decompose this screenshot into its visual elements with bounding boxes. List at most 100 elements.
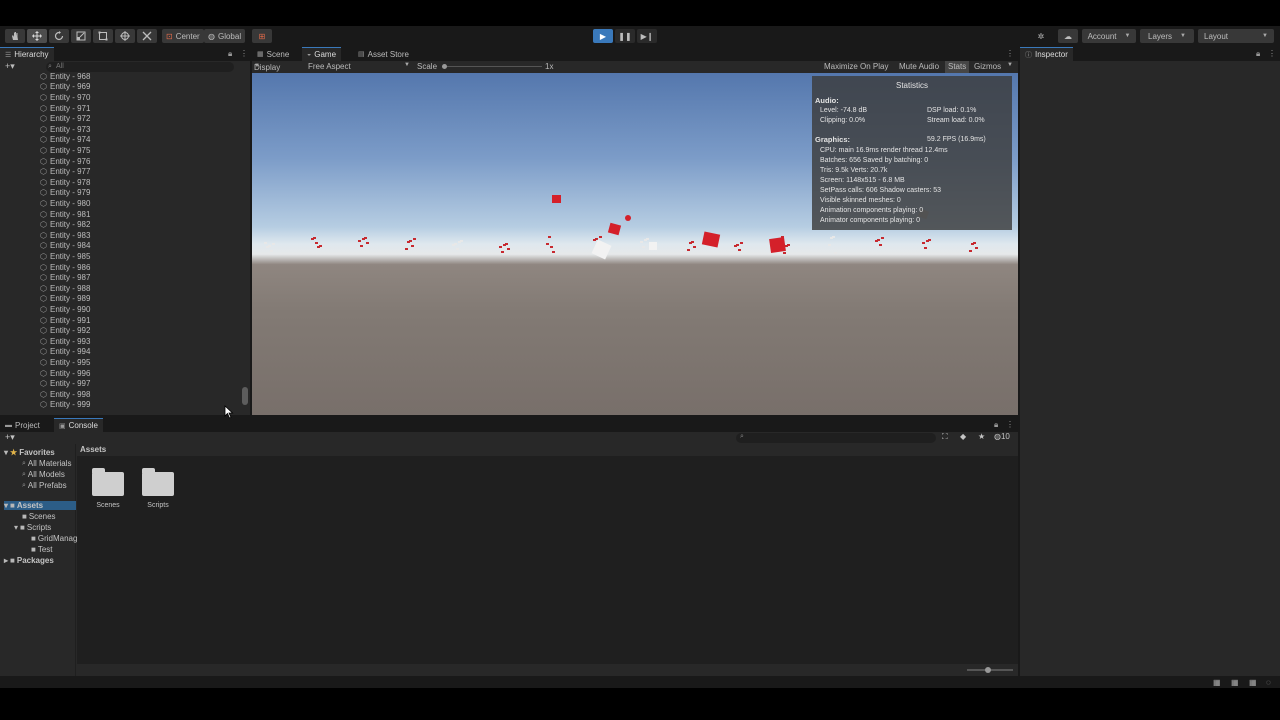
space-toggle[interactable]: ◍ Global [204, 29, 246, 43]
scrollbar-thumb[interactable] [242, 387, 248, 405]
hierarchy-item[interactable]: ⬡ Entity - 997 [40, 378, 90, 389]
scale-tool-icon[interactable] [71, 29, 91, 43]
scale-slider[interactable] [442, 66, 542, 67]
add-icon[interactable]: +▾ [5, 61, 15, 72]
layout-dropdown[interactable]: Layout ▼ [1198, 29, 1274, 43]
pause-button[interactable]: ❚❚ [615, 29, 635, 43]
rect-tool-icon[interactable] [93, 29, 113, 43]
tree-scripts[interactable]: ▾ ■ Scripts [14, 523, 51, 532]
scale-slider-knob[interactable] [442, 64, 447, 69]
auto-refresh-icon[interactable]: ◌ [1266, 678, 1271, 687]
packages-node[interactable]: ▸ ■ Packages [4, 556, 54, 565]
lock-icon[interactable]: 🔒︎ [994, 420, 998, 430]
hierarchy-item[interactable]: ⬡ Entity - 976 [40, 156, 90, 167]
hierarchy-item[interactable]: ⬡ Entity - 990 [40, 304, 90, 315]
icon-size-slider[interactable] [967, 667, 1013, 673]
kebab-menu-icon[interactable]: ⋮ [240, 49, 248, 58]
tab-game[interactable]: ◒ Game [302, 47, 342, 61]
hierarchy-search-input[interactable]: ⌕ All [46, 62, 234, 72]
tab-asset-store[interactable]: ▤ Asset Store [353, 47, 414, 61]
hierarchy-item[interactable]: ⬡ Entity - 992 [40, 325, 90, 336]
hierarchy-item[interactable]: ⬡ Entity - 981 [40, 209, 90, 220]
move-tool-icon[interactable] [27, 29, 47, 43]
hierarchy-item[interactable]: ⬡ Entity - 968 [40, 73, 90, 82]
layers-dropdown[interactable]: Layers ▼ [1140, 29, 1194, 43]
hierarchy-item[interactable]: ⬡ Entity - 972 [40, 113, 90, 124]
lock-icon[interactable]: 🔒︎ [228, 49, 232, 59]
cloud-icon[interactable]: ☁ [1058, 29, 1078, 43]
slider-knob[interactable] [985, 667, 991, 673]
hierarchy-item[interactable]: ⬡ Entity - 993 [40, 336, 90, 347]
project-search-input[interactable]: ⌕ [736, 433, 936, 443]
lock-icon[interactable]: 🔒︎ [1256, 49, 1260, 59]
folder-scripts[interactable]: Scripts [133, 468, 183, 509]
account-dropdown[interactable]: Account ▼ [1082, 29, 1136, 43]
collab-status-icon[interactable]: ▦ [1249, 678, 1257, 687]
hierarchy-item[interactable]: ⬡ Entity - 994 [40, 347, 90, 358]
tab-project[interactable]: ▬ Project [0, 418, 45, 432]
hierarchy-item[interactable]: ⬡ Entity - 986 [40, 262, 90, 273]
tab-inspector[interactable]: ⓘ Inspector [1020, 47, 1073, 61]
step-button[interactable]: ▶❙ [637, 29, 657, 43]
folder-scenes[interactable]: Scenes [83, 468, 133, 509]
hierarchy-item[interactable]: ⬡ Entity - 970 [40, 92, 90, 103]
maximize-on-play-toggle[interactable]: Maximize On Play [824, 62, 888, 71]
collab-icon[interactable]: ✲ [1034, 29, 1048, 43]
custom-tool-icon[interactable] [137, 29, 157, 43]
hierarchy-scrollbar[interactable] [242, 73, 248, 415]
hierarchy-item[interactable]: ⬡ Entity - 999 [40, 400, 90, 411]
filter-label-icon[interactable]: ◆ [960, 432, 966, 441]
pivot-toggle[interactable]: ⊡ Center [162, 29, 204, 43]
hierarchy-item[interactable]: ⬡ Entity - 985 [40, 251, 90, 262]
favorites-node[interactable]: ▾ ★ Favorites [4, 448, 55, 457]
hierarchy-item[interactable]: ⬡ Entity - 996 [40, 368, 90, 379]
debug-icon[interactable]: ▦ [1231, 678, 1239, 687]
rotate-tool-icon[interactable] [49, 29, 69, 43]
hierarchy-item[interactable]: ⬡ Entity - 998 [40, 389, 90, 400]
transform-tool-icon[interactable] [115, 29, 135, 43]
hierarchy-item[interactable]: ⬡ Entity - 989 [40, 294, 90, 305]
hierarchy-item[interactable]: ⬡ Entity - 971 [40, 103, 90, 114]
hierarchy-item[interactable]: ⬡ Entity - 984 [40, 241, 90, 252]
favorite-star-icon[interactable]: ★ [978, 432, 985, 441]
add-icon[interactable]: +▾ [5, 432, 15, 443]
hidden-packages-icon[interactable]: ◍10 [994, 432, 1010, 441]
hierarchy-item[interactable]: ⬡ Entity - 987 [40, 272, 90, 283]
hierarchy-item[interactable]: ⬡ Entity - 969 [40, 82, 90, 93]
game-viewport[interactable]: Statistics Audio: Level: -74.8 dB DSP lo… [252, 73, 1018, 415]
kebab-menu-icon[interactable]: ⋮ [1006, 420, 1014, 429]
hierarchy-item[interactable]: ⬡ Entity - 980 [40, 198, 90, 209]
hierarchy-item[interactable]: ⬡ Entity - 977 [40, 166, 90, 177]
tab-scene[interactable]: ▦ Scene [252, 47, 294, 61]
tab-console[interactable]: ▣ Console [54, 418, 103, 432]
hierarchy-item[interactable]: ⬡ Entity - 975 [40, 145, 90, 156]
filter-type-icon[interactable]: ⛶ [942, 432, 948, 442]
breadcrumb[interactable]: Assets [77, 444, 1018, 456]
hierarchy-item[interactable]: ⬡ Entity - 983 [40, 230, 90, 241]
progress-icon[interactable]: ▦ [1213, 678, 1221, 687]
hierarchy-item[interactable]: ⬡ Entity - 973 [40, 124, 90, 135]
favorite-all-materials[interactable]: ⌕ All Materials [22, 459, 72, 468]
hierarchy-item[interactable]: ⬡ Entity - 974 [40, 135, 90, 146]
favorite-all-models[interactable]: ⌕ All Models [22, 470, 65, 479]
assets-node[interactable]: ▾ ■ Assets [4, 501, 76, 510]
play-button[interactable]: ▶ [593, 29, 613, 43]
hierarchy-item[interactable]: ⬡ Entity - 982 [40, 219, 90, 230]
stats-toggle[interactable]: Stats [945, 61, 970, 73]
kebab-menu-icon[interactable]: ⋮ [1006, 49, 1014, 58]
favorite-all-prefabs[interactable]: ⌕ All Prefabs [22, 481, 67, 490]
tree-scenes[interactable]: ■ Scenes [22, 512, 56, 521]
tab-hierarchy[interactable]: ☰ Hierarchy [0, 47, 54, 61]
kebab-menu-icon[interactable]: ⋮ [1268, 49, 1276, 58]
hierarchy-item[interactable]: ⬡ Entity - 991 [40, 315, 90, 326]
hierarchy-item[interactable]: ⬡ Entity - 995 [40, 357, 90, 368]
tree-test[interactable]: ■ Test [31, 545, 53, 554]
aspect-dropdown[interactable]: Free Aspect [308, 62, 351, 71]
mute-audio-toggle[interactable]: Mute Audio [899, 62, 939, 71]
hierarchy-item[interactable]: ⬡ Entity - 979 [40, 188, 90, 199]
hierarchy-item[interactable]: ⬡ Entity - 978 [40, 177, 90, 188]
gizmos-toggle[interactable]: Gizmos [974, 62, 1001, 71]
hand-tool-icon[interactable] [5, 29, 25, 43]
grid-snap-icon[interactable]: ⊞ [252, 29, 272, 43]
hierarchy-item[interactable]: ⬡ Entity - 988 [40, 283, 90, 294]
